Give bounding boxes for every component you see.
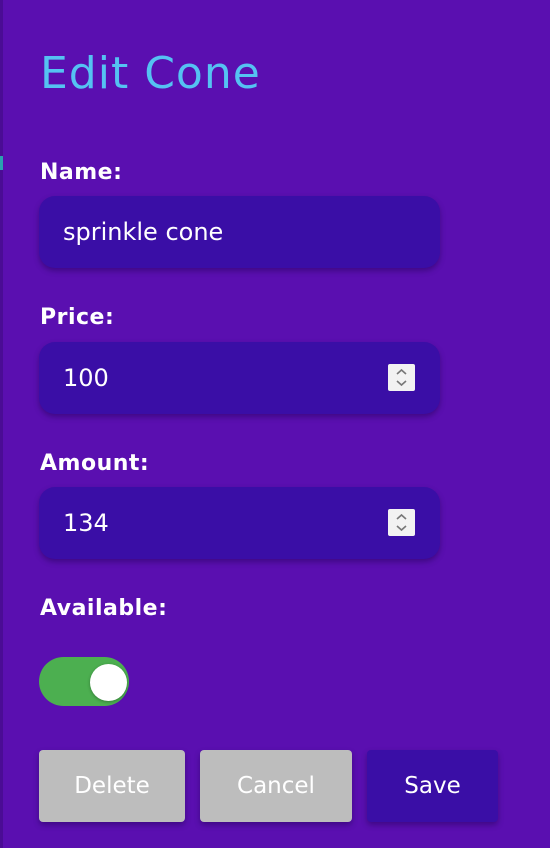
delete-button[interactable]: Delete: [39, 750, 185, 822]
price-label: Price:: [40, 305, 115, 330]
toggle-knob: [90, 664, 127, 701]
edit-cone-form: Edit Cone Name: Price: Amount: Available…: [0, 0, 550, 848]
stepper-arrows-icon: [396, 513, 407, 532]
available-label: Available:: [40, 596, 168, 621]
price-stepper[interactable]: [388, 364, 415, 391]
available-toggle[interactable]: [39, 657, 129, 706]
page-title: Edit Cone: [40, 48, 261, 99]
amount-label: Amount:: [40, 451, 150, 476]
amount-input[interactable]: [63, 487, 383, 559]
name-field: [39, 196, 440, 268]
cancel-button[interactable]: Cancel: [200, 750, 352, 822]
price-field: [39, 342, 440, 414]
stepper-arrows-icon: [396, 368, 407, 387]
name-label: Name:: [40, 160, 123, 185]
amount-stepper[interactable]: [388, 509, 415, 536]
price-input[interactable]: [63, 342, 383, 414]
amount-field: [39, 487, 440, 559]
name-input[interactable]: [63, 196, 383, 268]
save-button[interactable]: Save: [367, 750, 498, 822]
